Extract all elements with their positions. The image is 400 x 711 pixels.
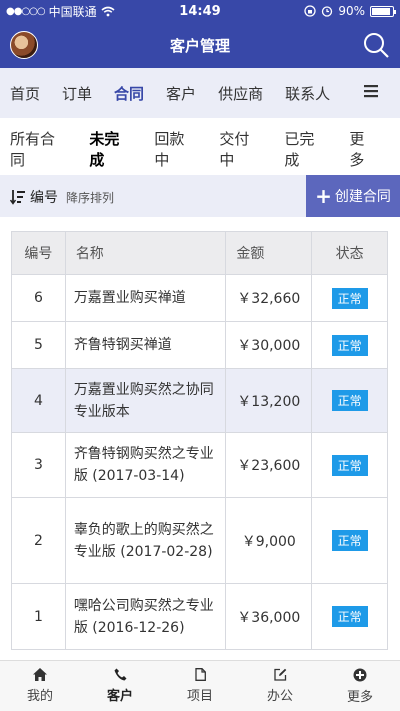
row-amount: ￥30,000 (225, 321, 313, 369)
wifi-icon (101, 6, 115, 16)
carrier-label: 中国联通 (48, 4, 97, 19)
home-icon (33, 668, 47, 681)
table-row[interactable]: 3 齐鲁特钢购买然之专业版 (2017-03-14) ￥23,600 正常 (11, 432, 388, 498)
bottom-tab-bar: 我的 客户 项目 办公 更多 (0, 660, 400, 711)
search-icon[interactable] (362, 31, 390, 59)
row-name: 辜负的歌上的购买然之专业版 (2017-02-28) (64, 497, 227, 584)
column-header-id[interactable]: 编号 (11, 231, 66, 275)
status-badge: 正常 (331, 454, 368, 476)
alarm-icon (322, 6, 333, 17)
row-name: 嘿哈公司购买然之专业版 (2016-12-26) (64, 583, 227, 650)
row-amount: ￥9,000 (225, 497, 313, 584)
row-amount: ￥36,000 (225, 583, 313, 650)
nav-item-contacts[interactable]: 联系人 (285, 83, 330, 104)
row-id: 2 (11, 497, 66, 584)
status-badge: 正常 (331, 334, 368, 356)
tabbar-label: 我的 (26, 689, 53, 704)
tabbar-label: 办公 (266, 689, 293, 704)
tabbar-label: 更多 (346, 689, 373, 705)
app-header: 客户管理 (0, 22, 400, 68)
battery-percent: 90% (338, 4, 365, 18)
tabbar-item-office[interactable]: 办公 (240, 661, 320, 711)
row-id: 3 (11, 432, 66, 498)
tabbar-item-customers[interactable]: 客户 (80, 661, 160, 711)
table-row[interactable]: 5 齐鲁特钢买禅道 ￥30,000 正常 (11, 321, 388, 369)
tabbar-label: 项目 (186, 689, 213, 704)
sort-control[interactable]: 编号 降序排列 (10, 187, 114, 207)
row-name: 万嘉置业购买然之协同专业版本 (64, 368, 227, 433)
tab-more[interactable]: 更多 (349, 128, 378, 170)
table-header-row: 编号 名称 金额 状态 (11, 231, 388, 275)
tab-delivering[interactable]: 交付中 (219, 128, 262, 170)
tab-completed[interactable]: 已完成 (284, 128, 327, 170)
battery-icon (370, 5, 396, 17)
row-amount: ￥23,600 (225, 432, 313, 498)
rotation-lock-icon (304, 5, 316, 17)
contract-table: 编号 名称 金额 状态 6 万嘉置业购买禅道 ￥32,660 正常 5 齐鲁特钢… (11, 231, 388, 650)
status-badge: 正常 (331, 530, 368, 551)
nav-item-contracts[interactable]: 合同 (114, 83, 144, 104)
nav-item-home[interactable]: 首页 (10, 83, 40, 104)
row-amount: ￥32,660 (225, 274, 313, 322)
nav-item-customers[interactable]: 客户 (166, 83, 196, 104)
edit-icon (273, 668, 286, 681)
create-contract-button[interactable]: + 创建合同 (306, 175, 400, 217)
sort-order-label: 降序排列 (66, 190, 115, 205)
contract-filter-tabs: 所有合同 未完成 回款中 交付中 已完成 更多 (0, 118, 400, 180)
sort-descending-icon (10, 190, 25, 205)
tab-collecting[interactable]: 回款中 (154, 128, 197, 170)
table-row[interactable]: 2 辜负的歌上的购买然之专业版 (2017-02-28) ￥9,000 正常 (11, 497, 388, 584)
row-name: 齐鲁特钢购买然之专业版 (2017-03-14) (64, 432, 227, 498)
signal-icon: ●●○○○ (6, 5, 46, 17)
document-icon (194, 668, 206, 681)
menu-icon[interactable] (364, 84, 378, 98)
page-title: 客户管理 (169, 36, 230, 55)
plus-icon: + (315, 184, 332, 208)
plus-circle-icon (353, 668, 367, 681)
table-row[interactable]: 6 万嘉置业购买禅道 ￥32,660 正常 (11, 274, 388, 322)
tabbar-item-projects[interactable]: 项目 (160, 661, 240, 711)
phone-icon (114, 668, 126, 681)
row-amount: ￥13,200 (225, 368, 313, 433)
column-header-amount[interactable]: 金额 (225, 231, 313, 275)
tabbar-label: 客户 (106, 689, 133, 704)
avatar[interactable] (10, 31, 38, 59)
row-id: 6 (11, 274, 66, 322)
column-header-name[interactable]: 名称 (64, 231, 227, 275)
sort-field-label: 编号 (30, 190, 58, 206)
row-id: 5 (11, 321, 66, 369)
table-row[interactable]: 1 嘿哈公司购买然之专业版 (2016-12-26) ￥36,000 正常 (11, 583, 388, 650)
status-badge: 正常 (331, 606, 368, 627)
row-id: 4 (11, 368, 66, 433)
status-bar: ●●○○○ 中国联通 14:49 90% (0, 0, 400, 22)
tabbar-item-more[interactable]: 更多 (320, 661, 400, 711)
clock: 14:49 (179, 3, 221, 19)
tab-all-contracts[interactable]: 所有合同 (10, 128, 67, 170)
row-id: 1 (11, 583, 66, 650)
main-nav: 首页 订单 合同 客户 供应商 联系人 (0, 68, 400, 118)
tab-unfinished[interactable]: 未完成 (89, 128, 132, 170)
nav-item-orders[interactable]: 订单 (62, 83, 92, 104)
create-contract-label: 创建合同 (334, 189, 391, 205)
status-badge: 正常 (331, 287, 368, 309)
list-toolbar: 编号 降序排列 + 创建合同 (0, 175, 400, 217)
tabbar-item-mine[interactable]: 我的 (0, 661, 80, 711)
column-header-status[interactable]: 状态 (311, 231, 388, 275)
nav-item-suppliers[interactable]: 供应商 (218, 83, 263, 104)
row-name: 万嘉置业购买禅道 (64, 274, 227, 322)
status-badge: 正常 (331, 390, 368, 411)
row-name: 齐鲁特钢买禅道 (64, 321, 227, 369)
table-row[interactable]: 4 万嘉置业购买然之协同专业版本 ￥13,200 正常 (11, 368, 388, 433)
